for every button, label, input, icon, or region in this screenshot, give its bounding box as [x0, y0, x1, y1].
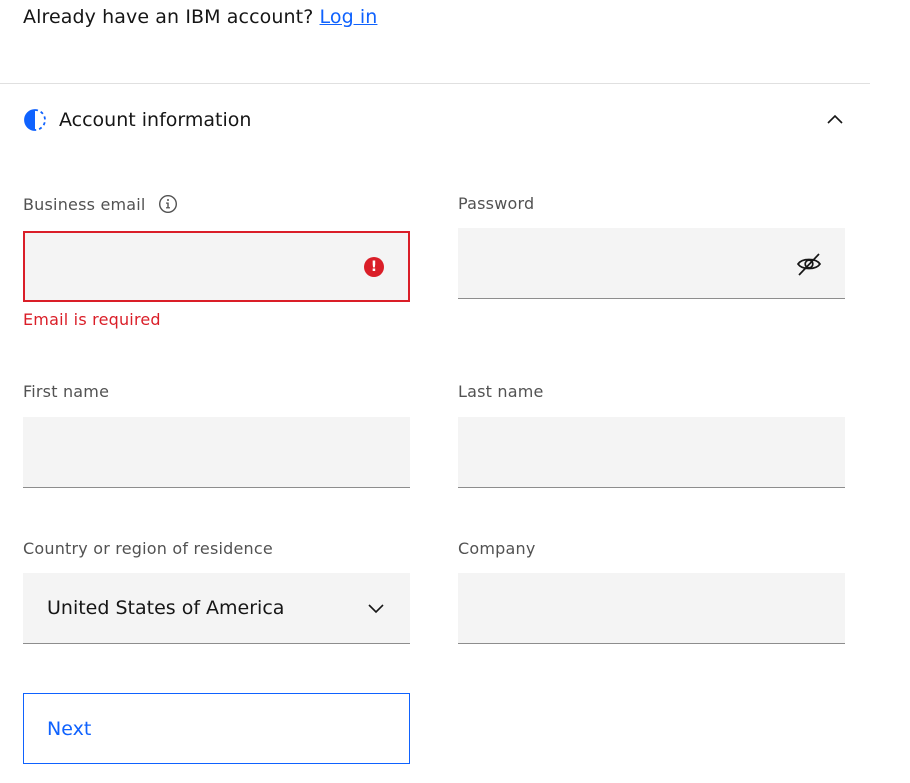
next-button-label: Next [47, 717, 92, 740]
first-name-label-text: First name [23, 382, 110, 401]
section-title: Account information [59, 109, 252, 131]
business-email-label-text: Business email [23, 194, 146, 214]
account-information-header[interactable]: Account information [23, 104, 845, 136]
password-label: Password [458, 194, 534, 213]
last-name-label-text: Last name [458, 382, 544, 401]
email-error-message: Email is required [23, 310, 161, 329]
error-icon: ! [364, 257, 384, 277]
password-label-text: Password [458, 194, 535, 213]
company-label: Company [458, 539, 536, 558]
first-name-input[interactable] [23, 417, 410, 487]
chevron-down-icon [366, 598, 386, 618]
login-link[interactable]: Log in [320, 6, 378, 28]
business-email-label: Business email [23, 194, 178, 214]
first-name-field[interactable] [23, 417, 410, 488]
password-input[interactable] [458, 228, 845, 298]
eye-hidden-icon[interactable] [795, 250, 823, 278]
login-prompt-text: Already have an IBM account? [23, 6, 314, 28]
half-circle-progress-icon [23, 108, 47, 132]
login-prompt: Already have an IBM account? Log in [23, 6, 377, 28]
last-name-label: Last name [458, 382, 544, 401]
signup-form-page: Already have an IBM account? Log in Acco… [0, 0, 910, 783]
last-name-input[interactable] [458, 417, 845, 487]
country-select[interactable]: United States of America [23, 573, 410, 644]
country-select-value: United States of America [47, 597, 285, 619]
next-button[interactable]: Next [23, 693, 410, 764]
business-email-input[interactable] [25, 233, 408, 300]
info-icon[interactable] [158, 194, 178, 214]
country-label: Country or region of residence [23, 539, 273, 558]
business-email-field[interactable]: ! [23, 231, 410, 302]
last-name-field[interactable] [458, 417, 845, 488]
section-divider [0, 83, 870, 84]
country-label-text: Country or region of residence [23, 539, 273, 558]
password-field[interactable] [458, 228, 845, 299]
chevron-up-icon[interactable] [825, 110, 845, 130]
first-name-label: First name [23, 382, 109, 401]
company-field[interactable] [458, 573, 845, 644]
company-input[interactable] [458, 573, 845, 643]
company-label-text: Company [458, 539, 536, 558]
